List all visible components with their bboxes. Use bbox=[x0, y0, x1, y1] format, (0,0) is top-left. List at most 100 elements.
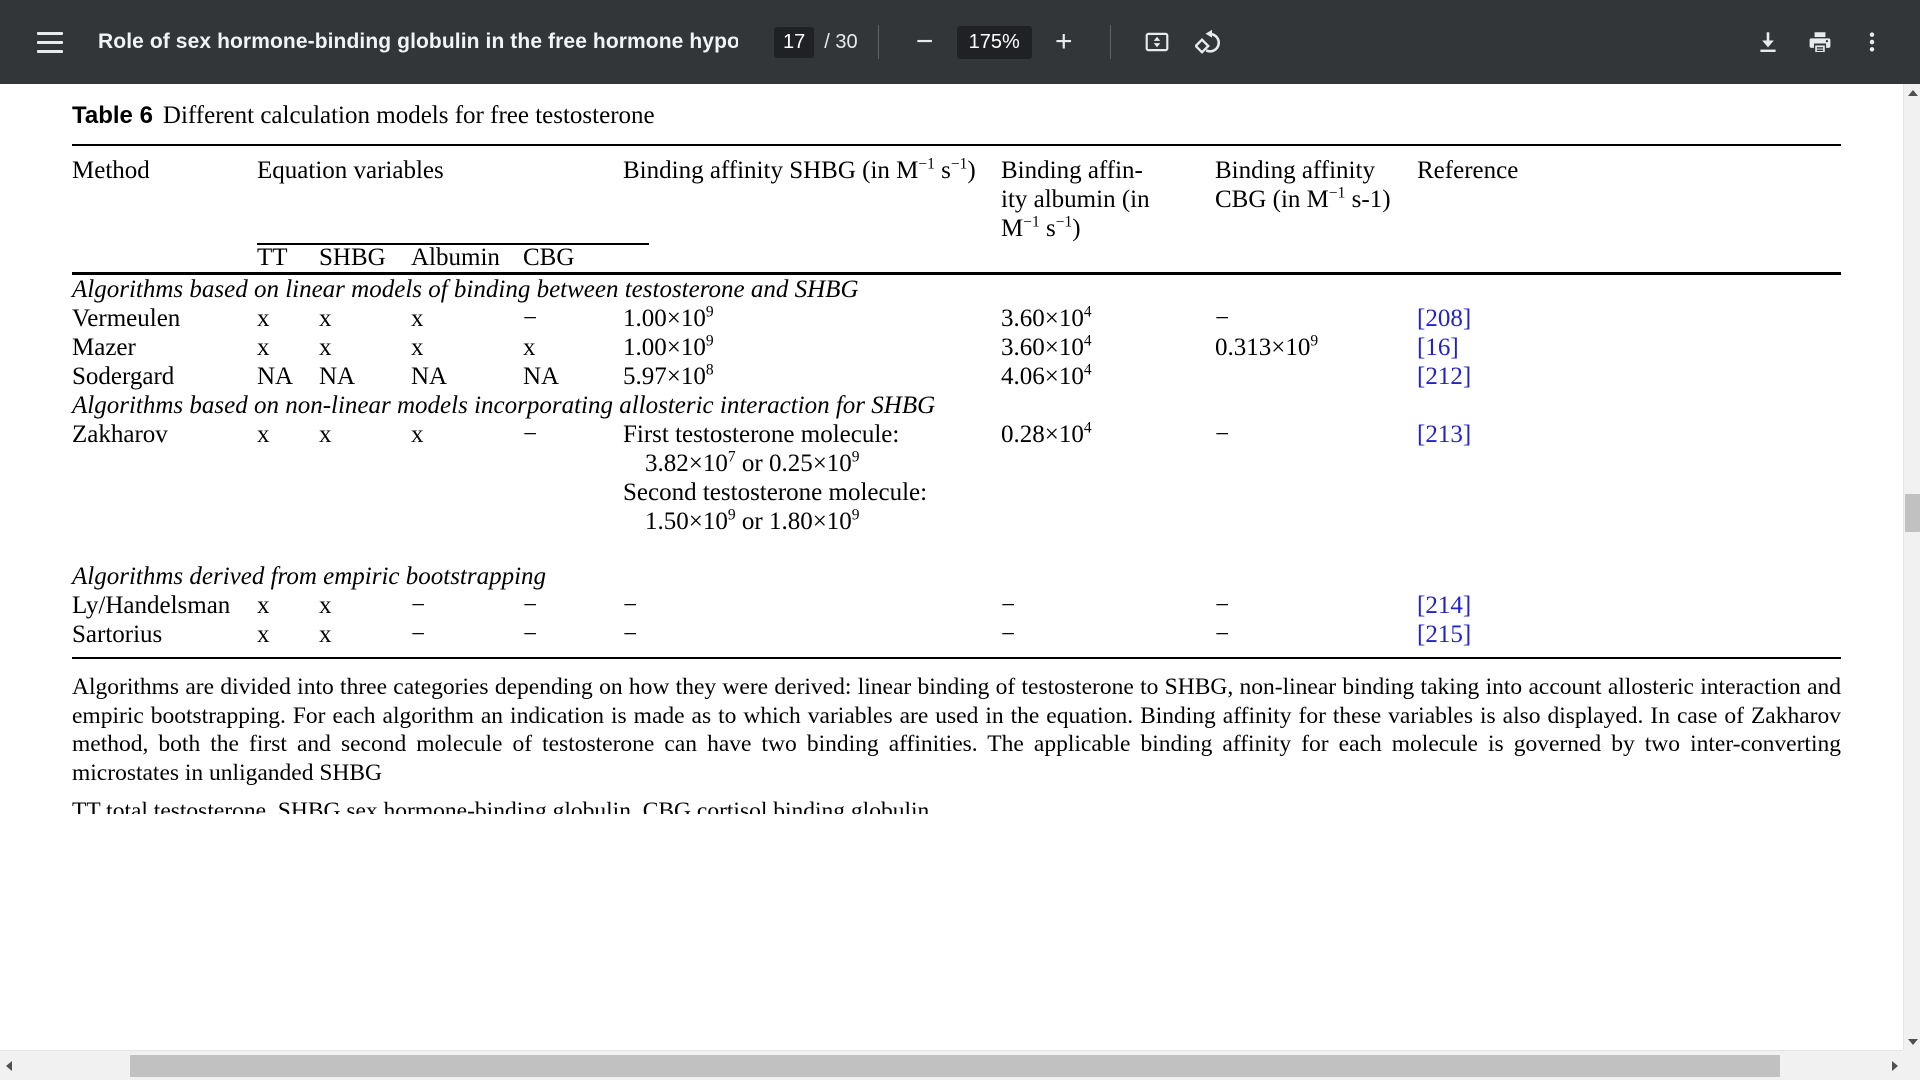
cell-tt: x bbox=[257, 620, 319, 649]
cell-albumin: x bbox=[411, 333, 523, 362]
subheader-blank bbox=[72, 243, 257, 272]
scroll-left-arrow-icon[interactable] bbox=[0, 1051, 17, 1081]
cell-shbg: NA bbox=[319, 362, 411, 391]
header-affinity-cbg: Binding affinity CBG (in M−1 s-1) bbox=[1215, 146, 1417, 243]
scroll-up-arrow-icon[interactable] bbox=[1904, 84, 1920, 101]
header-affinity-albumin-l3a: M bbox=[1001, 215, 1023, 242]
cell-reference[interactable]: [215] bbox=[1417, 620, 1841, 649]
cell-method: Sodergard bbox=[72, 362, 257, 391]
header-affinity-cbg-l2a: CBG (in M bbox=[1215, 186, 1329, 213]
table-caption-label: Table 6 bbox=[72, 102, 153, 129]
zoom-in-button[interactable]: + bbox=[1038, 16, 1090, 68]
cell-method: Sartorius bbox=[72, 620, 257, 649]
cell-reference[interactable]: [208] bbox=[1417, 304, 1841, 333]
table-caption: Table 6 Different calculation models for … bbox=[72, 102, 1841, 130]
page-number-input[interactable]: 17 bbox=[774, 27, 814, 58]
cell-affinity-albumin: − bbox=[1001, 620, 1215, 649]
header-affinity-shbg-end: ) bbox=[967, 157, 975, 184]
value-base: 10 bbox=[681, 334, 706, 361]
cell-reference[interactable]: [214] bbox=[1417, 591, 1841, 620]
value-base: 10 bbox=[1059, 334, 1084, 361]
zakharov-second-molecule-values: 1.50×109 or 1.80×109 bbox=[623, 507, 1001, 536]
value-exponent-2: 9 bbox=[852, 449, 860, 466]
print-icon[interactable] bbox=[1794, 16, 1846, 68]
header-affinity-shbg: Binding affinity SHBG (in M−1 s−1) bbox=[623, 146, 1001, 243]
table-subheader-row: TT SHBG Albumin CBG bbox=[72, 243, 1841, 272]
value-mantissa: 0.313 bbox=[1215, 334, 1271, 361]
cell-affinity-cbg: − bbox=[1215, 591, 1417, 620]
pdf-viewer[interactable]: Table 6 Different calculation models for … bbox=[0, 84, 1903, 1050]
cell-cbg: NA bbox=[523, 362, 623, 391]
table-footnote-next-line: TT total testosterone, SHBG sex hormone-… bbox=[72, 798, 1841, 814]
value-mantissa: 3.60 bbox=[1001, 334, 1045, 361]
more-options-icon[interactable] bbox=[1846, 16, 1898, 68]
scroll-right-arrow-icon[interactable] bbox=[1886, 1051, 1903, 1081]
cell-tt: x bbox=[257, 304, 319, 333]
cell-affinity-albumin: 3.60×104 bbox=[1001, 333, 1215, 362]
vertical-scrollbar[interactable] bbox=[1903, 84, 1920, 1050]
header-affinity-cbg-line1: Binding affinity bbox=[1215, 156, 1417, 185]
value-exponent: 8 bbox=[706, 362, 714, 379]
header-affinity-shbg-sup1: −1 bbox=[918, 156, 935, 173]
value-exponent: 7 bbox=[728, 449, 736, 466]
value-mantissa-2: 1.80 bbox=[769, 508, 813, 535]
pdf-page: Table 6 Different calculation models for … bbox=[0, 84, 1903, 814]
cell-tt: x bbox=[257, 333, 319, 362]
fit-to-page-icon[interactable] bbox=[1131, 16, 1183, 68]
cell-method: Mazer bbox=[72, 333, 257, 362]
subheader-tt: TT bbox=[257, 243, 319, 272]
value-mantissa: 3.60 bbox=[1001, 305, 1045, 332]
value-exponent-2: 9 bbox=[852, 507, 860, 524]
value-mantissa: 1.50 bbox=[645, 508, 689, 535]
table-row: Sartorius x x − − − − − [215] bbox=[72, 620, 1841, 649]
value-exponent: 4 bbox=[1084, 333, 1092, 350]
subheader-shbg: SHBG bbox=[319, 243, 411, 272]
table-caption-text: Different calculation models for free te… bbox=[163, 102, 655, 129]
calculation-models-table: Method Equation variables Binding affini… bbox=[72, 146, 1841, 272]
zoom-out-button[interactable]: − bbox=[899, 16, 951, 68]
horizontal-scrollbar[interactable] bbox=[0, 1050, 1903, 1080]
download-icon[interactable] bbox=[1742, 16, 1794, 68]
cell-affinity-albumin: 4.06×104 bbox=[1001, 362, 1215, 391]
value-base: 10 bbox=[703, 508, 728, 535]
table-footnote: Algorithms are divided into three catego… bbox=[72, 673, 1841, 788]
cell-affinity-albumin: − bbox=[1001, 591, 1215, 620]
cell-albumin: NA bbox=[411, 362, 523, 391]
hamburger-menu-icon[interactable] bbox=[24, 16, 76, 68]
value-base: 10 bbox=[1059, 421, 1084, 448]
horizontal-scrollbar-thumb[interactable] bbox=[130, 1055, 1780, 1077]
table-row: Zakharov x x x − First testosterone mole… bbox=[72, 420, 1841, 536]
vertical-scrollbar-thumb[interactable] bbox=[1905, 494, 1920, 532]
cell-cbg: − bbox=[523, 304, 623, 333]
cell-albumin: x bbox=[411, 304, 523, 333]
zoom-controls: − 175% + bbox=[899, 16, 1090, 68]
document-title: Role of sex hormone-binding globulin in … bbox=[98, 30, 738, 54]
header-affinity-cbg-l2b: s-1) bbox=[1345, 186, 1390, 213]
value-mantissa-2: 0.25 bbox=[769, 450, 813, 477]
cell-shbg: x bbox=[319, 591, 411, 620]
value-exponent: 9 bbox=[1310, 333, 1318, 350]
cell-albumin: x bbox=[411, 420, 523, 536]
cell-affinity-cbg bbox=[1215, 362, 1417, 391]
value-exponent: 4 bbox=[1084, 304, 1092, 321]
cell-affinity-albumin: 0.28×104 bbox=[1001, 420, 1215, 536]
table-row: Vermeulen x x x − 1.00×109 3.60×104 − [2… bbox=[72, 304, 1841, 333]
cell-method: Vermeulen bbox=[72, 304, 257, 333]
table-row: Sodergard NA NA NA NA 5.97×108 4.06×104 … bbox=[72, 362, 1841, 391]
rotate-icon[interactable] bbox=[1183, 16, 1235, 68]
cell-affinity-shbg: − bbox=[623, 620, 1001, 649]
scroll-down-arrow-icon[interactable] bbox=[1904, 1033, 1920, 1050]
section-title: Algorithms derived from empiric bootstra… bbox=[72, 536, 1841, 591]
value-mantissa: 0.28 bbox=[1001, 421, 1045, 448]
subheader-albumin: Albumin bbox=[411, 243, 523, 272]
table-row: Mazer x x x x 1.00×109 3.60×104 0.313×10… bbox=[72, 333, 1841, 362]
cell-reference[interactable]: [212] bbox=[1417, 362, 1841, 391]
cell-tt: NA bbox=[257, 362, 319, 391]
header-affinity-cbg-line2: CBG (in M−1 s-1) bbox=[1215, 185, 1417, 214]
cell-reference[interactable]: [213] bbox=[1417, 420, 1841, 536]
cell-affinity-albumin: 3.60×104 bbox=[1001, 304, 1215, 333]
zoom-level-value[interactable]: 175% bbox=[957, 26, 1032, 59]
cell-shbg: x bbox=[319, 304, 411, 333]
section-header-row: Algorithms based on linear models of bin… bbox=[72, 275, 1841, 304]
cell-reference[interactable]: [16] bbox=[1417, 333, 1841, 362]
